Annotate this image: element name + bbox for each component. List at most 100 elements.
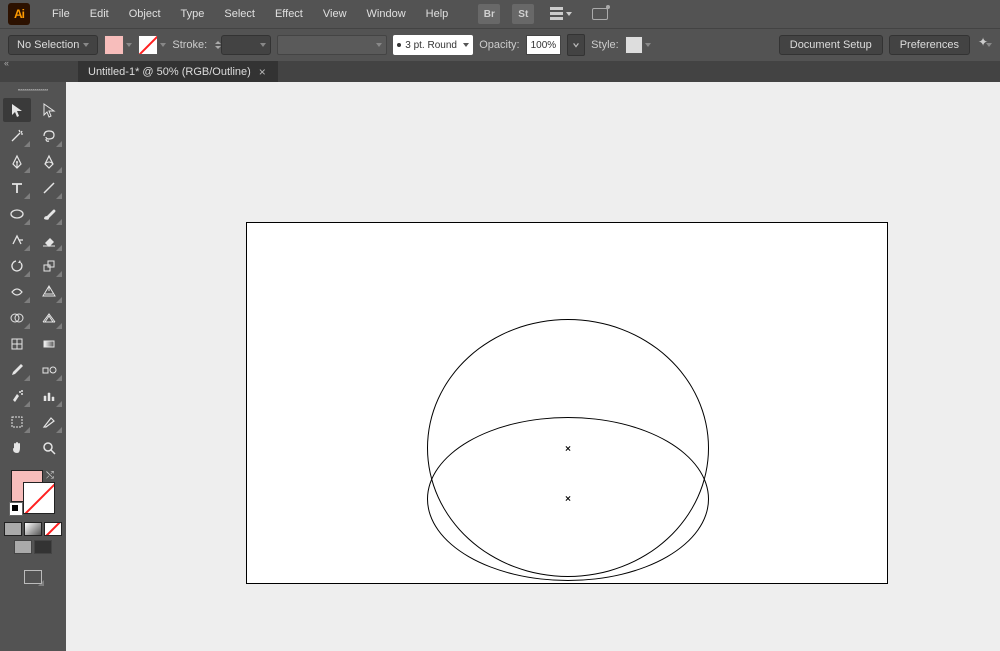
- opacity-value: 100%: [531, 40, 557, 51]
- tools-panel-grip[interactable]: [3, 86, 63, 94]
- brush-definition-dropdown[interactable]: 3 pt. Round: [393, 35, 473, 55]
- app-logo-icon: Ai: [8, 3, 30, 25]
- menu-select[interactable]: Select: [216, 4, 263, 24]
- brush-dot-icon: [397, 43, 401, 47]
- menu-help[interactable]: Help: [418, 4, 457, 24]
- draw-mode-row: [14, 540, 52, 554]
- align-options-button[interactable]: [976, 35, 992, 55]
- type-tool[interactable]: [3, 176, 31, 200]
- scale-tool[interactable]: [35, 254, 63, 278]
- screen-mode-button[interactable]: [22, 568, 44, 586]
- fill-color-picker[interactable]: [104, 35, 132, 55]
- selection-tool[interactable]: [3, 98, 31, 122]
- stroke-color-picker[interactable]: [138, 35, 166, 55]
- chevron-down-icon: [83, 43, 89, 47]
- bridge-icon[interactable]: Br: [478, 4, 500, 24]
- chevron-down-icon: [645, 43, 651, 47]
- draw-normal-button[interactable]: [14, 540, 32, 554]
- column-graph-tool[interactable]: [35, 384, 63, 408]
- opacity-field[interactable]: 100%: [526, 35, 562, 55]
- toolbar-collapse-handle[interactable]: [0, 61, 78, 83]
- opacity-dropdown-button[interactable]: [567, 34, 585, 56]
- flyout-corner-icon: [56, 271, 62, 277]
- flyout-corner-icon: [56, 375, 62, 381]
- mesh-tool[interactable]: [3, 332, 31, 356]
- flyout-corner-icon: [24, 167, 30, 173]
- document-setup-label: Document Setup: [790, 39, 872, 51]
- flyout-corner-icon: [24, 297, 30, 303]
- lasso-tool[interactable]: [35, 124, 63, 148]
- draw-behind-button[interactable]: [34, 540, 52, 554]
- document-setup-button[interactable]: Document Setup: [779, 35, 883, 55]
- flyout-corner-icon: [24, 245, 30, 251]
- arrange-documents-button[interactable]: [550, 4, 572, 24]
- ellipse-tool[interactable]: [3, 202, 31, 226]
- zoom-tool[interactable]: [35, 436, 63, 460]
- paintbrush-tool[interactable]: [35, 202, 63, 226]
- menu-object[interactable]: Object: [121, 4, 169, 24]
- rotate-tool[interactable]: [3, 254, 31, 278]
- artboard-tool[interactable]: [3, 410, 31, 434]
- line-segment-tool[interactable]: [35, 176, 63, 200]
- menu-effect[interactable]: Effect: [267, 4, 311, 24]
- symbol-sprayer-tool[interactable]: [3, 384, 31, 408]
- flyout-corner-icon: [24, 141, 30, 147]
- document-tab-active[interactable]: Untitled-1* @ 50% (RGB/Outline) ×: [78, 61, 278, 83]
- stroke-color-box-icon[interactable]: [23, 482, 55, 514]
- blend-tool[interactable]: [35, 358, 63, 382]
- direct-selection-tool[interactable]: [35, 98, 63, 122]
- flyout-corner-icon: [24, 219, 30, 225]
- stroke-label: Stroke:: [172, 39, 207, 51]
- selection-status-dropdown[interactable]: No Selection: [8, 35, 98, 55]
- flyout-corner-icon: [56, 245, 62, 251]
- style-swatch-icon: [625, 36, 643, 54]
- shape-center-marker: [565, 445, 571, 451]
- slice-tool[interactable]: [35, 410, 63, 434]
- graphic-style-picker[interactable]: [625, 36, 651, 54]
- shaper-tool[interactable]: [3, 228, 31, 252]
- control-bar: No Selection Stroke: 3 pt. Round Opacity…: [0, 28, 1000, 61]
- free-transform-tool[interactable]: [35, 280, 63, 304]
- color-none-button[interactable]: [44, 522, 62, 536]
- stroke-weight-dropdown[interactable]: [221, 35, 271, 55]
- gpu-performance-icon[interactable]: [590, 5, 610, 23]
- flyout-corner-icon: [56, 219, 62, 225]
- flyout-corner-icon: [56, 297, 62, 303]
- swap-fill-stroke-icon[interactable]: ⤭: [43, 468, 57, 482]
- curvature-tool[interactable]: [35, 150, 63, 174]
- hand-tool[interactable]: [3, 436, 31, 460]
- document-tab-title: Untitled-1* @ 50% (RGB/Outline): [88, 66, 251, 78]
- color-solid-button[interactable]: [4, 522, 22, 536]
- eyedropper-tool[interactable]: [3, 358, 31, 382]
- flyout-corner-icon: [24, 375, 30, 381]
- magic-wand-tool[interactable]: [3, 124, 31, 148]
- eraser-tool[interactable]: [35, 228, 63, 252]
- color-gradient-button[interactable]: [24, 522, 42, 536]
- flyout-corner-icon: [56, 141, 62, 147]
- application-menubar: Ai File Edit Object Type Select Effect V…: [0, 0, 1000, 28]
- flyout-corner-icon: [24, 401, 30, 407]
- artboard[interactable]: [246, 222, 888, 584]
- flyout-corner-icon: [24, 427, 30, 433]
- stock-icon[interactable]: St: [512, 4, 534, 24]
- close-tab-icon[interactable]: ×: [259, 65, 266, 79]
- stroke-swatch-icon: [138, 35, 158, 55]
- chevron-down-icon: [260, 43, 266, 47]
- perspective-grid-tool[interactable]: [35, 306, 63, 330]
- variable-width-profile-dropdown[interactable]: [277, 35, 387, 55]
- width-tool[interactable]: [3, 280, 31, 304]
- menu-file[interactable]: File: [44, 4, 78, 24]
- selection-status-label: No Selection: [17, 39, 79, 51]
- fill-stroke-control[interactable]: ⤭: [11, 470, 55, 514]
- preferences-button[interactable]: Preferences: [889, 35, 970, 55]
- gradient-tool[interactable]: [35, 332, 63, 356]
- pen-tool[interactable]: [3, 150, 31, 174]
- default-fill-stroke-icon[interactable]: [9, 502, 23, 516]
- flyout-corner-icon: [24, 323, 30, 329]
- menu-edit[interactable]: Edit: [82, 4, 117, 24]
- menu-type[interactable]: Type: [173, 4, 213, 24]
- menu-window[interactable]: Window: [359, 4, 414, 24]
- shape-builder-tool[interactable]: [3, 306, 31, 330]
- arrange-documents-icon: [550, 7, 563, 21]
- menu-view[interactable]: View: [315, 4, 355, 24]
